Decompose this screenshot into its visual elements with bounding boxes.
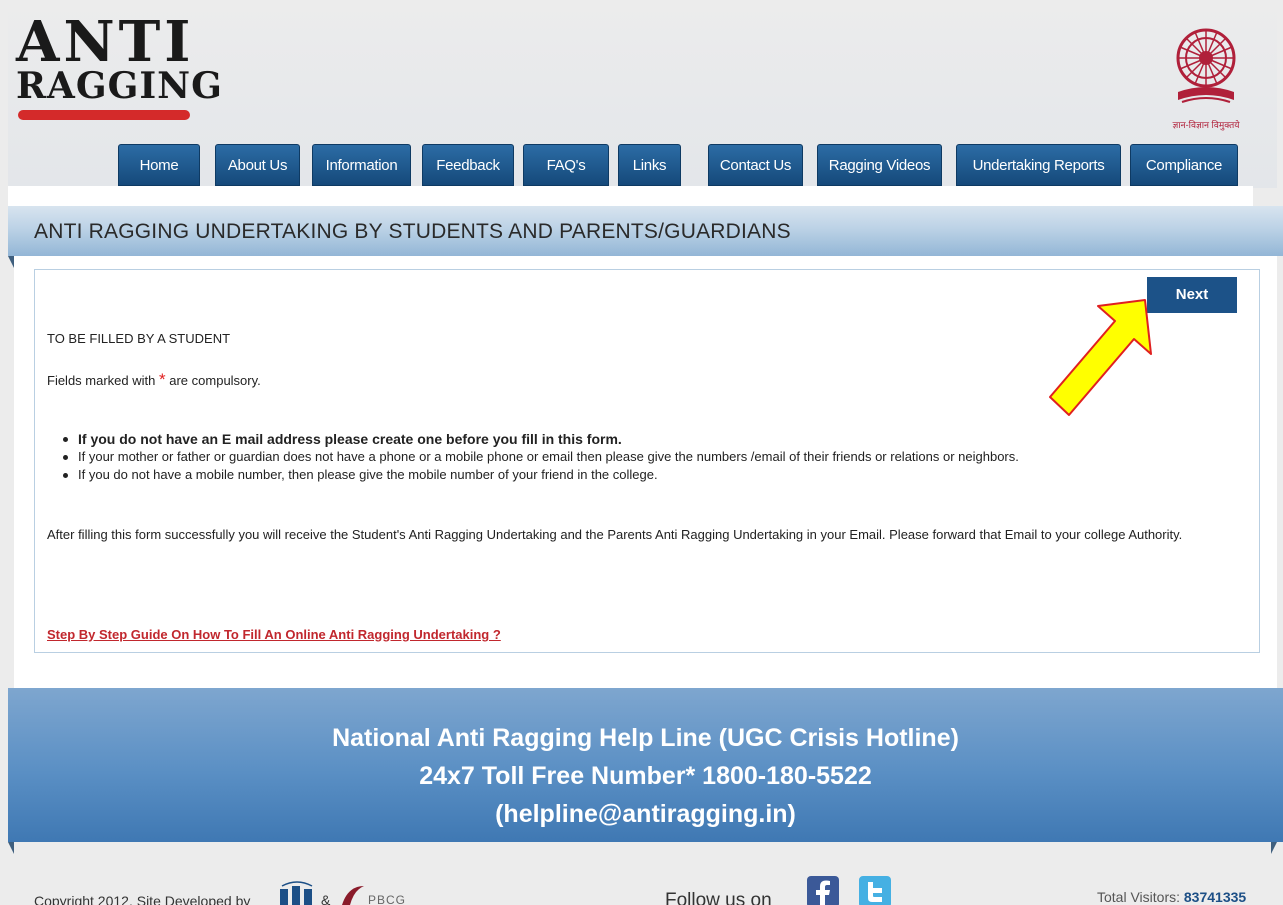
ugc-emblem: ज्ञान-विज्ञान विमुक्तये bbox=[1166, 20, 1246, 130]
visitors-count: 83741335 bbox=[1183, 889, 1247, 905]
compulsory-prefix: Fields marked with bbox=[47, 373, 156, 388]
nav-underline bbox=[8, 186, 1253, 206]
nav-about-us[interactable]: About Us bbox=[215, 144, 300, 186]
logo-line-2: RAGGING bbox=[16, 65, 223, 107]
list-item: If your mother or father or guardian doe… bbox=[60, 448, 1019, 466]
pbcg-text: PBCG bbox=[368, 893, 407, 905]
twitter-glyph-icon bbox=[868, 882, 882, 902]
nav-home[interactable]: Home bbox=[118, 144, 200, 186]
page-title: ANTI RAGGING UNDERTAKING BY STUDENTS AND… bbox=[34, 220, 791, 243]
total-visitors: Total Visitors: 83741335 bbox=[1097, 889, 1246, 905]
nav-contact-us[interactable]: Contact Us bbox=[708, 144, 803, 186]
facebook-icon[interactable] bbox=[807, 876, 839, 905]
page-title-banner: ANTI RAGGING UNDERTAKING BY STUDENTS AND… bbox=[8, 206, 1283, 256]
helpline-banner: National Anti Ragging Help Line (UGC Cri… bbox=[8, 688, 1283, 842]
pbcg-logo-icon bbox=[342, 886, 364, 905]
footer-ampersand: & bbox=[321, 892, 331, 905]
next-button[interactable]: Next bbox=[1147, 277, 1237, 313]
nav-feedback[interactable]: Feedback bbox=[422, 144, 514, 186]
anti-ragging-logo[interactable]: ANTI RAGGING bbox=[16, 9, 223, 124]
twitter-icon[interactable] bbox=[859, 876, 891, 905]
nav-links[interactable]: Links bbox=[618, 144, 681, 186]
emblem-caption: ज्ञान-विज्ञान विमुक्तये bbox=[1172, 120, 1240, 130]
helpline-number: 24x7 Toll Free Number* 1800-180-5522 bbox=[419, 762, 872, 790]
helpline-title: National Anti Ragging Help Line (UGC Cri… bbox=[332, 724, 959, 752]
nav-undertaking-reports[interactable]: Undertaking Reports bbox=[956, 144, 1121, 186]
nav-ragging-videos[interactable]: Ragging Videos bbox=[817, 144, 942, 186]
after-filling-note: After filling this form successfully you… bbox=[47, 527, 1183, 542]
list-item: If you do not have a mobile number, then… bbox=[60, 466, 1019, 484]
visitors-label: Total Visitors: bbox=[1097, 889, 1180, 905]
logo-line-1: ANTI bbox=[16, 9, 195, 75]
copyright-text: Copyright 2012. Site Developed by bbox=[34, 893, 251, 905]
nav-compliance[interactable]: Compliance bbox=[1130, 144, 1238, 186]
compulsory-note: Fields marked with * are compulsory. bbox=[47, 370, 261, 390]
facebook-glyph-icon bbox=[816, 880, 830, 905]
nav-information[interactable]: Information bbox=[312, 144, 411, 186]
helpline-fold-left bbox=[8, 842, 14, 854]
step-by-step-guide-link[interactable]: Step By Step Guide On How To Fill An Onl… bbox=[47, 627, 501, 642]
helpline-email: (helpline@antiragging.in) bbox=[495, 800, 796, 828]
developer-logo-icon bbox=[280, 881, 313, 905]
nav-faqs[interactable]: FAQ's bbox=[523, 144, 609, 186]
list-item: If you do not have an E mail address ple… bbox=[60, 430, 1019, 448]
pointer-arrow-icon bbox=[1049, 299, 1152, 416]
compulsory-suffix: are compulsory. bbox=[169, 373, 261, 388]
follow-us-label: Follow us on bbox=[665, 890, 772, 905]
instructions-list: If you do not have an E mail address ple… bbox=[60, 430, 1019, 484]
form-heading: TO BE FILLED BY A STUDENT bbox=[47, 331, 231, 346]
logo-red-bar bbox=[18, 110, 190, 120]
helpline-fold-right bbox=[1271, 842, 1277, 854]
required-star: * bbox=[159, 370, 166, 389]
ugc-emblem-icon bbox=[1176, 28, 1236, 103]
